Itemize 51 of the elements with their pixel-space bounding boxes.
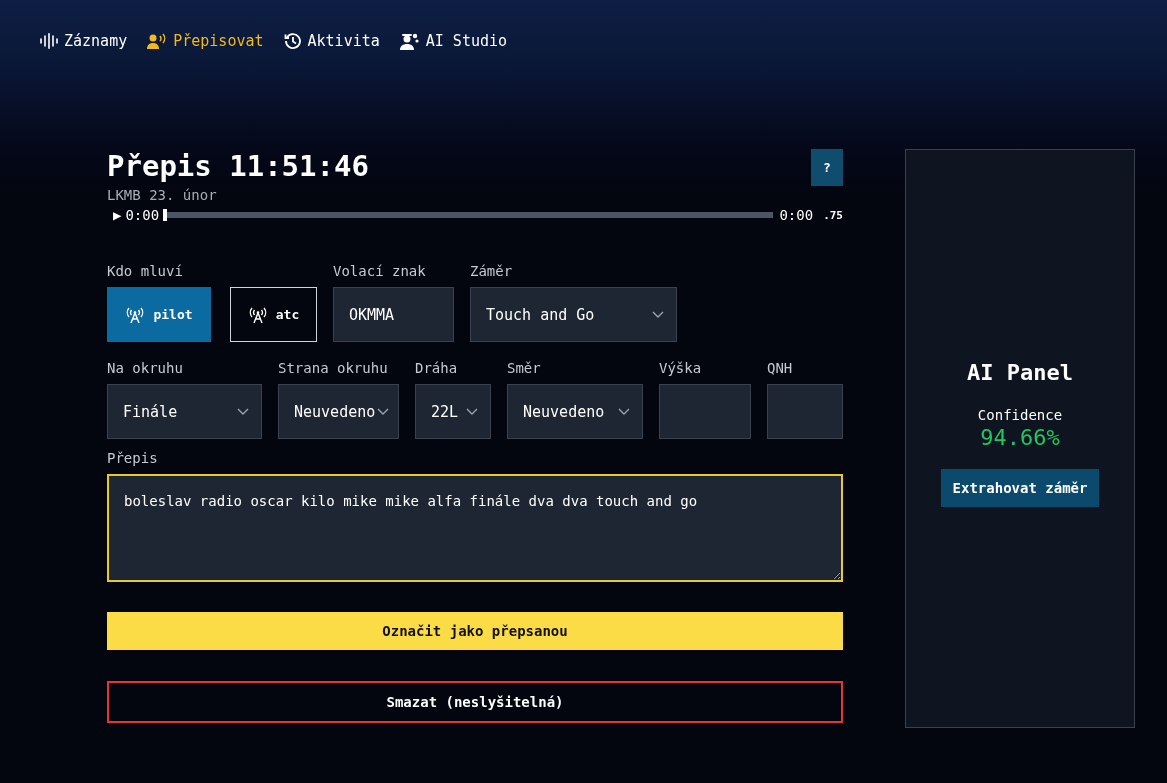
field-label: Směr <box>507 360 542 377</box>
field-label: Strana okruhu <box>278 360 389 377</box>
waveform-icon <box>40 33 58 49</box>
speaker-toggle[interactable]: atc <box>230 287 317 342</box>
confidence-value: 94.66% <box>980 425 1060 450</box>
chevron-down-icon <box>618 407 630 416</box>
person-speaking-icon <box>147 33 168 49</box>
seek-thumb[interactable] <box>163 209 168 221</box>
antenna-icon <box>125 305 146 324</box>
chevron-down-icon <box>237 407 249 416</box>
playback-speed[interactable]: .75 <box>823 208 843 222</box>
antenna-icon <box>247 305 268 324</box>
mark-transcribed-button[interactable]: Označit jako přepsanou <box>107 612 843 650</box>
field-label: Dráha <box>415 360 459 377</box>
confidence-label: Confidence <box>977 407 1063 423</box>
duration-time: 0:00 <box>779 207 814 223</box>
dropdown-field[interactable]: Neuvedeno <box>278 384 399 439</box>
page-title: Přepis 11:51:46 <box>107 149 369 183</box>
chevron-down-icon <box>377 407 390 416</box>
input-field[interactable] <box>659 384 751 439</box>
seek-track[interactable] <box>165 212 774 218</box>
field-label: Na okruhu <box>107 360 184 377</box>
dropdown-field[interactable]: Finále <box>107 384 262 439</box>
field-label: Výška <box>659 360 703 377</box>
chevron-down-icon <box>466 407 478 416</box>
extract-intent-button[interactable]: Extrahovat záměr <box>940 469 1100 507</box>
help-button[interactable]: ? <box>811 149 843 186</box>
dropdown-field[interactable]: 22L <box>415 384 491 439</box>
input-field[interactable] <box>767 384 843 439</box>
input-field[interactable]: OKMMA <box>333 287 454 342</box>
transcript-textarea[interactable]: boleslav radio oscar kilo mike mike alfa finále dva dva touch and go <box>107 474 843 582</box>
current-time: 0:00 <box>125 207 160 223</box>
nav-tab[interactable]: Záznamy <box>40 31 128 51</box>
field-label: QNH <box>767 360 794 377</box>
nav-tab[interactable]: AI Studio <box>399 31 508 51</box>
person-gears-icon <box>399 32 420 50</box>
panel-title: AI Panel <box>967 360 1073 385</box>
field-label: Záměr <box>470 263 514 280</box>
dropdown-field[interactable]: Touch and Go <box>470 287 677 342</box>
speaker-toggle[interactable]: pilot <box>107 287 211 342</box>
field-label: Kdo mluví <box>107 263 184 280</box>
field-label: Volací znak <box>333 263 427 280</box>
history-icon <box>283 32 302 50</box>
delete-button[interactable]: Smazat (neslyšitelná) <box>107 681 843 723</box>
nav-tab[interactable]: Přepisovat <box>147 31 264 51</box>
field-label: Přepis <box>107 450 159 467</box>
play-button[interactable]: ▶ <box>113 207 122 223</box>
chevron-down-icon <box>652 310 664 319</box>
dropdown-field[interactable]: Neuvedeno <box>507 384 643 439</box>
nav-tab[interactable]: Aktivita <box>283 31 380 51</box>
recording-subtitle: LKMB 23. únor <box>107 187 218 203</box>
